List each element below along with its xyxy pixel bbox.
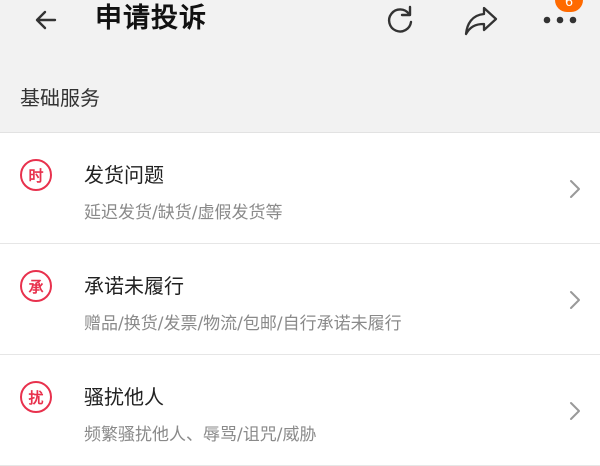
section-title: 基础服务 (20, 86, 100, 110)
list-item-harassment[interactable]: 扰 骚扰他人 频繁骚扰他人、辱骂/诅咒/威胁 (0, 355, 600, 466)
page-title: 申请投诉 (95, 3, 207, 34)
chevron-right-icon (568, 289, 582, 315)
complaint-list: 时 发货问题 延迟发货/缺货/虚假发货等 承 承诺未履行 赠品/换货/发票/物流… (0, 133, 600, 466)
back-arrow-icon[interactable] (24, 0, 68, 40)
chevron-right-icon (568, 178, 582, 204)
list-item-title: 承诺未履行 (84, 274, 184, 298)
share-icon[interactable] (458, 0, 504, 40)
section-header: 基础服务 (0, 60, 600, 133)
promise-badge-icon: 承 (20, 270, 52, 302)
list-item-subtitle: 延迟发货/缺货/虚假发货等 (84, 203, 283, 223)
list-item-shipping[interactable]: 时 发货问题 延迟发货/缺货/虚假发货等 (0, 133, 600, 244)
time-badge-icon: 时 (20, 159, 52, 191)
list-item-title: 骚扰他人 (84, 385, 164, 409)
list-item-title: 发货问题 (84, 163, 164, 187)
refresh-icon[interactable] (378, 0, 422, 40)
top-bar: 申请投诉 6 (0, 0, 600, 60)
list-item-subtitle: 赠品/换货/发票/物流/包邮/自行承诺未履行 (84, 314, 402, 334)
list-item-subtitle: 频繁骚扰他人、辱骂/诅咒/威胁 (84, 425, 317, 445)
list-item-promise[interactable]: 承 承诺未履行 赠品/换货/发票/物流/包邮/自行承诺未履行 (0, 244, 600, 355)
harass-badge-icon: 扰 (20, 381, 52, 413)
chevron-right-icon (568, 400, 582, 426)
